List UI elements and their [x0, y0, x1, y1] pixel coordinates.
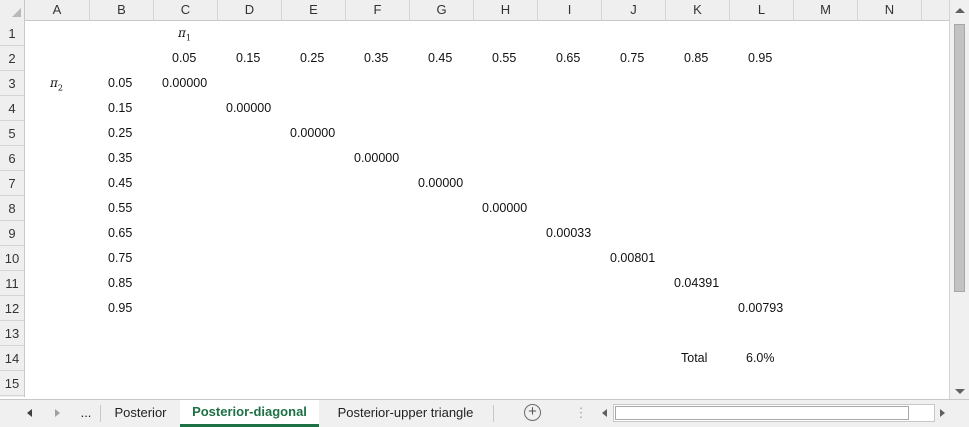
row-header-4[interactable]: 4	[0, 96, 24, 121]
tab-scroll-right-icon[interactable]	[55, 409, 60, 417]
cell-grid[interactable]: π1 π2 0.05 0.15 0.25 0.35 0.45 0.55 0.65…	[25, 21, 949, 397]
select-all-button[interactable]	[0, 0, 25, 20]
row-header-9[interactable]: 9	[0, 221, 24, 246]
row-header-15[interactable]: 15	[0, 371, 24, 396]
diagonal-value-cell[interactable]: 0.00801	[610, 246, 655, 271]
diagonal-value-cell[interactable]: 0.00000	[162, 71, 207, 96]
row-header-11[interactable]: 11	[0, 271, 24, 296]
diagonal-value-cell[interactable]: 0.00000	[354, 146, 399, 171]
sheet-tab-bar: ... Posterior Posterior-diagonal Posteri…	[0, 399, 969, 427]
select-all-triangle-icon	[12, 8, 21, 17]
header-value-cell[interactable]: 0.65	[556, 46, 580, 71]
tab-posterior[interactable]: Posterior	[101, 400, 180, 427]
diagonal-value-cell[interactable]: 0.04391	[674, 271, 719, 296]
total-label[interactable]: Total	[681, 346, 707, 371]
row-value-cell[interactable]: 0.85	[108, 271, 132, 296]
row-header-7[interactable]: 7	[0, 171, 24, 196]
row-header-1[interactable]: 1	[0, 21, 24, 46]
column-header-e[interactable]: E	[282, 0, 346, 20]
diagonal-value-cell[interactable]: 0.00000	[290, 121, 335, 146]
row-header-10[interactable]: 10	[0, 246, 24, 271]
hscroll-right-arrow-icon[interactable]	[940, 409, 945, 417]
column-header-g[interactable]: G	[410, 0, 474, 20]
row-value-cell[interactable]: 0.75	[108, 246, 132, 271]
row-value-cell[interactable]: 0.65	[108, 221, 132, 246]
column-header-d[interactable]: D	[218, 0, 282, 20]
diagonal-value-cell[interactable]: 0.00000	[226, 96, 271, 121]
column-header-l[interactable]: L	[730, 0, 794, 20]
row-header-2[interactable]: 2	[0, 46, 24, 71]
scroll-down-arrow-icon[interactable]	[955, 389, 965, 394]
tab-posterior-diagonal[interactable]: Posterior-diagonal	[180, 400, 319, 427]
header-value-cell[interactable]: 0.25	[300, 46, 324, 71]
column-header-j[interactable]: J	[602, 0, 666, 20]
header-value-cell[interactable]: 0.15	[236, 46, 260, 71]
horizontal-scrollbar[interactable]	[599, 404, 949, 422]
pi2-subscript: 2	[57, 83, 63, 93]
column-header-h[interactable]: H	[474, 0, 538, 20]
diagonal-value-cell[interactable]: 0.00793	[738, 296, 783, 321]
header-value-cell[interactable]: 0.55	[492, 46, 516, 71]
row-header-6[interactable]: 6	[0, 146, 24, 171]
tab-posterior-upper-triangle[interactable]: Posterior-upper triangle	[320, 400, 491, 427]
horizontal-scroll-thumb[interactable]	[615, 406, 909, 420]
tab-ellipsis[interactable]: ...	[74, 400, 98, 427]
diagonal-value-cell[interactable]: 0.00033	[546, 221, 591, 246]
hscroll-left-arrow-icon[interactable]	[602, 409, 607, 417]
column-header-m[interactable]: M	[794, 0, 858, 20]
row-header-5[interactable]: 5	[0, 121, 24, 146]
row-header-8[interactable]: 8	[0, 196, 24, 221]
header-value-cell[interactable]: 0.75	[620, 46, 644, 71]
header-value-cell[interactable]: 0.85	[684, 46, 708, 71]
row-header-12[interactable]: 12	[0, 296, 24, 321]
pi2-symbol: π	[50, 76, 58, 90]
row-value-cell[interactable]: 0.15	[108, 96, 132, 121]
column-header-f[interactable]: F	[346, 0, 410, 20]
row-value-cell[interactable]: 0.35	[108, 146, 132, 171]
column-header-b[interactable]: B	[90, 0, 154, 20]
pi1-label[interactable]: π1	[178, 21, 191, 46]
pi1-symbol: π	[178, 26, 186, 40]
add-sheet-icon[interactable]: +	[524, 404, 541, 421]
pi1-subscript: 1	[185, 33, 191, 43]
row-value-cell[interactable]: 0.45	[108, 171, 132, 196]
column-header-i[interactable]: I	[538, 0, 602, 20]
scroll-up-arrow-icon[interactable]	[955, 8, 965, 13]
column-header-c[interactable]: C	[154, 0, 218, 20]
row-header-3[interactable]: 3	[0, 71, 24, 96]
tab-divider	[493, 405, 494, 422]
row-header-13[interactable]: 13	[0, 321, 24, 346]
row-value-cell[interactable]: 0.55	[108, 196, 132, 221]
column-header-n[interactable]: N	[858, 0, 922, 20]
row-header-bar: 1 2 3 4 5 6 7 8 9 10 11 12 13 14 15	[0, 20, 25, 397]
diagonal-value-cell[interactable]: 0.00000	[418, 171, 463, 196]
pi2-label[interactable]: π2	[50, 71, 63, 96]
diagonal-value-cell[interactable]: 0.00000	[482, 196, 527, 221]
row-value-cell[interactable]: 0.95	[108, 296, 132, 321]
header-value-cell[interactable]: 0.05	[172, 46, 196, 71]
header-value-cell[interactable]: 0.35	[364, 46, 388, 71]
total-value[interactable]: 6.0%	[746, 346, 775, 371]
row-value-cell[interactable]: 0.25	[108, 121, 132, 146]
column-header-bar: A B C D E F G H I J K L M N	[0, 0, 949, 21]
header-value-cell[interactable]: 0.95	[748, 46, 772, 71]
tab-options-icon[interactable]: ⋮	[574, 400, 588, 427]
column-header-a[interactable]: A	[25, 0, 90, 20]
header-value-cell[interactable]: 0.45	[428, 46, 452, 71]
tab-scroll-left-icon[interactable]	[27, 409, 32, 417]
vertical-scrollbar[interactable]	[949, 0, 969, 399]
row-value-cell[interactable]: 0.05	[108, 71, 132, 96]
column-header-k[interactable]: K	[666, 0, 730, 20]
row-header-14[interactable]: 14	[0, 346, 24, 371]
vertical-scroll-thumb[interactable]	[954, 24, 965, 292]
